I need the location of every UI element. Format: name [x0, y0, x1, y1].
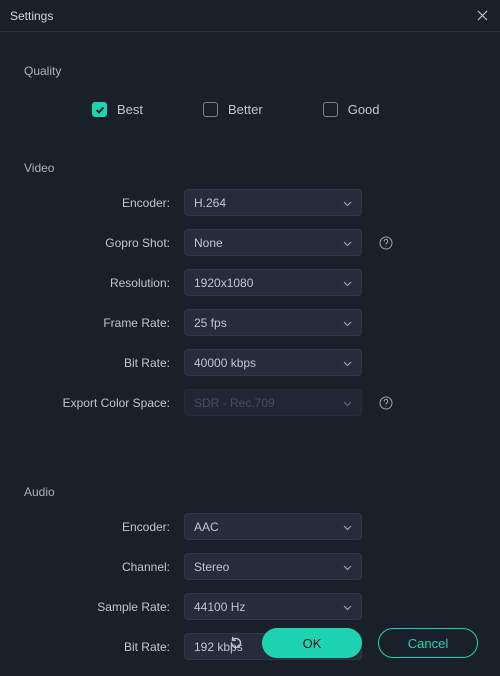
chevron-down-icon [343, 560, 352, 574]
close-icon [477, 10, 488, 21]
quality-section-label: Quality [24, 64, 476, 78]
video-resolution-row: Resolution: 1920x1080 [24, 269, 476, 296]
video-colorspace-select: SDR - Rec.709 [184, 389, 362, 416]
chevron-down-icon [343, 396, 352, 410]
question-circle-icon [379, 396, 393, 410]
chevron-down-icon [343, 600, 352, 614]
video-bitrate-select[interactable]: 40000 kbps [184, 349, 362, 376]
video-colorspace-label: Export Color Space: [24, 396, 184, 410]
audio-encoder-label: Encoder: [24, 520, 184, 534]
select-value: 25 fps [194, 316, 227, 330]
gopro-help-icon[interactable] [378, 235, 394, 251]
video-encoder-select[interactable]: H.264 [184, 189, 362, 216]
chevron-down-icon [343, 276, 352, 290]
chevron-down-icon [343, 520, 352, 534]
video-encoder-label: Encoder: [24, 196, 184, 210]
checkbox-box [203, 102, 218, 117]
video-gopro-label: Gopro Shot: [24, 236, 184, 250]
select-value: 44100 Hz [194, 600, 245, 614]
select-value: 40000 kbps [194, 356, 256, 370]
select-value: 1920x1080 [194, 276, 253, 290]
quality-best-checkbox[interactable]: Best [92, 102, 143, 117]
video-encoder-row: Encoder: H.264 [24, 189, 476, 216]
quality-good-label: Good [348, 102, 380, 117]
chevron-down-icon [343, 356, 352, 370]
ok-button[interactable]: OK [262, 628, 362, 658]
audio-encoder-select[interactable]: AAC [184, 513, 362, 540]
select-value: None [194, 236, 223, 250]
quality-best-label: Best [117, 102, 143, 117]
content: Quality Best Better Good Video Encoder: … [0, 32, 500, 660]
audio-samplerate-row: Sample Rate: 44100 Hz [24, 593, 476, 620]
window-title: Settings [10, 9, 53, 23]
video-framerate-row: Frame Rate: 25 fps [24, 309, 476, 336]
checkbox-box [92, 102, 107, 117]
chevron-down-icon [343, 196, 352, 210]
audio-section-label: Audio [24, 485, 476, 499]
quality-good-checkbox[interactable]: Good [323, 102, 380, 117]
quality-row: Best Better Good [24, 92, 476, 145]
cancel-button[interactable]: Cancel [378, 628, 478, 658]
chevron-down-icon [343, 316, 352, 330]
colorspace-help-icon[interactable] [378, 395, 394, 411]
quality-better-checkbox[interactable]: Better [203, 102, 263, 117]
video-gopro-select[interactable]: None [184, 229, 362, 256]
audio-samplerate-label: Sample Rate: [24, 600, 184, 614]
video-framerate-label: Frame Rate: [24, 316, 184, 330]
video-section-label: Video [24, 161, 476, 175]
audio-samplerate-select[interactable]: 44100 Hz [184, 593, 362, 620]
video-bitrate-row: Bit Rate: 40000 kbps [24, 349, 476, 376]
audio-encoder-row: Encoder: AAC [24, 513, 476, 540]
checkbox-box [323, 102, 338, 117]
quality-better-label: Better [228, 102, 263, 117]
select-value: AAC [194, 520, 219, 534]
audio-channel-row: Channel: Stereo [24, 553, 476, 580]
video-resolution-select[interactable]: 1920x1080 [184, 269, 362, 296]
audio-channel-select[interactable]: Stereo [184, 553, 362, 580]
video-colorspace-row: Export Color Space: SDR - Rec.709 [24, 389, 476, 416]
select-value: SDR - Rec.709 [194, 396, 275, 410]
ok-label: OK [303, 636, 322, 651]
select-value: H.264 [194, 196, 226, 210]
video-bitrate-label: Bit Rate: [24, 356, 184, 370]
footer: OK Cancel [22, 628, 478, 658]
chevron-down-icon [343, 236, 352, 250]
audio-channel-label: Channel: [24, 560, 184, 574]
close-button[interactable] [474, 8, 490, 24]
select-value: Stereo [194, 560, 229, 574]
video-gopro-row: Gopro Shot: None [24, 229, 476, 256]
cancel-label: Cancel [408, 636, 448, 651]
video-framerate-select[interactable]: 25 fps [184, 309, 362, 336]
reset-icon [228, 635, 244, 651]
reset-button[interactable] [226, 633, 246, 653]
video-resolution-label: Resolution: [24, 276, 184, 290]
titlebar: Settings [0, 0, 500, 32]
question-circle-icon [379, 236, 393, 250]
